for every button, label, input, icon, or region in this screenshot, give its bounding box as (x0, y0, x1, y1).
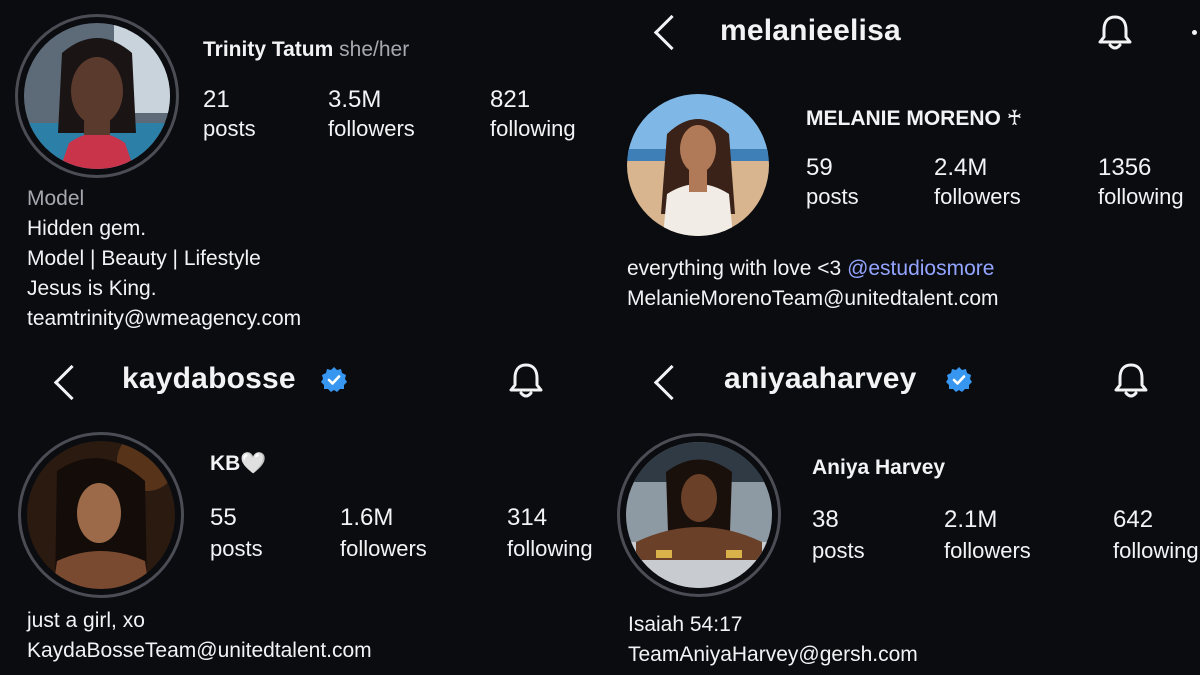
following-count[interactable]: 1356 (1098, 154, 1151, 182)
header-username: melanieelisa (720, 14, 901, 47)
posts-label[interactable]: posts (203, 116, 256, 142)
avatar[interactable] (27, 441, 175, 589)
posts-count[interactable]: 21 (203, 86, 230, 114)
posts-count[interactable]: 59 (806, 154, 833, 182)
profile-panel-kayda: kaydabosse KB🤍 55 posts 1.6M followers 3… (0, 340, 610, 675)
profile-panel-aniya: aniyaaharvey Aniya Harvey 38 posts 2.1M … (600, 340, 1200, 675)
bio-email[interactable]: MelanieMorenoTeam@unitedtalent.com (627, 284, 999, 314)
following-count[interactable]: 821 (490, 86, 530, 114)
header-username: aniyaaharvey (724, 362, 917, 395)
bio-line: Model | Beauty | Lifestyle (27, 247, 261, 270)
following-label[interactable]: following (490, 116, 576, 142)
back-chevron-icon[interactable] (653, 14, 690, 51)
display-name: Aniya Harvey (812, 456, 946, 479)
posts-count[interactable]: 55 (210, 504, 237, 532)
followers-label[interactable]: followers (340, 536, 427, 562)
followers-count[interactable]: 1.6M (340, 504, 393, 532)
display-name: MELANIE MORENO ♰ (806, 107, 1023, 130)
profile-panel-melanie: melanieelisa MELANIE MORENO ♰ 59 posts 2… (600, 0, 1200, 340)
back-chevron-icon[interactable] (53, 364, 90, 401)
bio-line: everything with love <3 @estudiosmore (627, 257, 995, 280)
display-name: KB🤍 (210, 452, 267, 475)
header-username: kaydabosse (122, 362, 296, 395)
category-label: Model (27, 187, 85, 210)
bio-mention-link[interactable]: @estudiosmore (847, 257, 994, 280)
more-options-icon[interactable] (1192, 30, 1197, 35)
posts-count[interactable]: 38 (812, 506, 839, 534)
followers-count[interactable]: 3.5M (328, 86, 381, 114)
following-count[interactable]: 642 (1113, 506, 1153, 534)
display-name: Trinity Tatum she/her (203, 38, 410, 61)
back-chevron-icon[interactable] (653, 364, 690, 401)
bio-line: Isaiah 54:17 (628, 613, 743, 636)
bell-icon[interactable] (1095, 12, 1135, 52)
followers-label[interactable]: followers (934, 184, 1021, 210)
bio-line: just a girl, xo (27, 609, 145, 632)
bell-icon[interactable] (506, 360, 546, 400)
avatar[interactable] (24, 23, 170, 169)
following-count[interactable]: 314 (507, 504, 547, 532)
following-label[interactable]: following (507, 536, 593, 562)
profile-panel-trinity: Trinity Tatum she/her 21 posts 3.5M foll… (0, 0, 610, 340)
bio-line: Hidden gem. (27, 217, 147, 240)
avatar[interactable] (627, 94, 769, 236)
bio-email[interactable]: KaydaBosseTeam@unitedtalent.com (27, 636, 372, 666)
bio-email[interactable]: TeamAniyaHarvey@gersh.com (628, 640, 918, 670)
posts-label[interactable]: posts (812, 538, 865, 564)
followers-label[interactable]: followers (328, 116, 415, 142)
verified-badge-icon (321, 367, 347, 392)
avatar[interactable] (626, 442, 772, 588)
following-label[interactable]: following (1113, 538, 1199, 564)
verified-badge-icon (946, 367, 972, 392)
bio-line: Jesus is King. (27, 277, 157, 300)
followers-label[interactable]: followers (944, 538, 1031, 564)
posts-label[interactable]: posts (210, 536, 263, 562)
followers-count[interactable]: 2.1M (944, 506, 997, 534)
pronouns: she/her (339, 38, 410, 61)
followers-count[interactable]: 2.4M (934, 154, 987, 182)
posts-label[interactable]: posts (806, 184, 859, 210)
bio-email[interactable]: teamtrinity@wmeagency.com (27, 304, 301, 334)
following-label[interactable]: following (1098, 184, 1184, 210)
bell-icon[interactable] (1111, 360, 1151, 400)
